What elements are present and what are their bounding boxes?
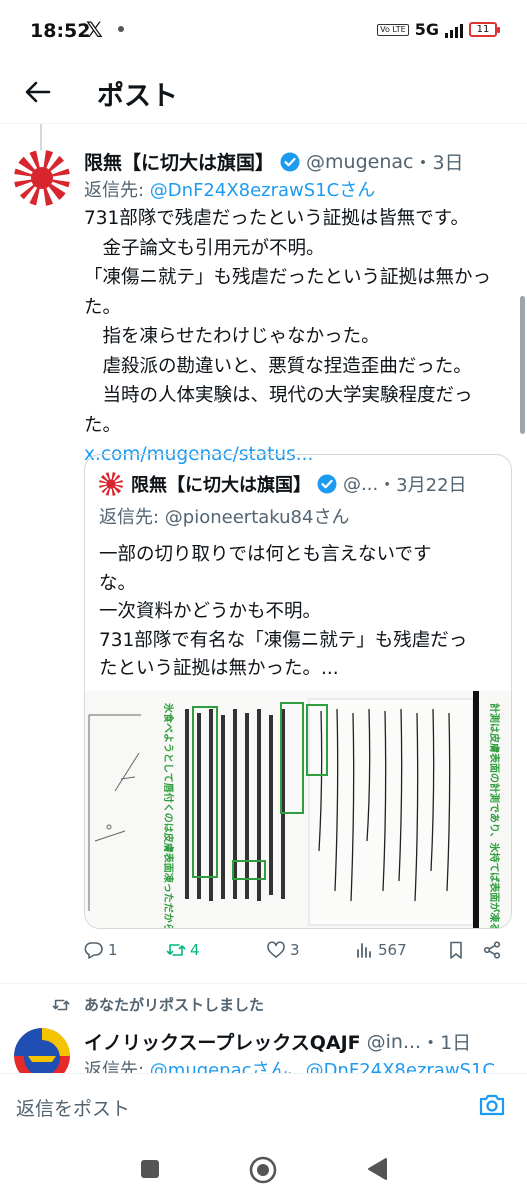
system-navigation-bar	[0, 1137, 527, 1200]
verified-badge-icon	[317, 474, 337, 494]
reply-count: 1	[108, 941, 118, 959]
tweet-line: 指を凍らせたわけじゃなかった。	[84, 326, 380, 347]
quote-avatar	[99, 472, 123, 496]
verified-badge-icon	[280, 152, 300, 171]
quote-time: ・3月22日	[378, 475, 467, 496]
views-button[interactable]: 567	[354, 940, 407, 960]
share-icon	[483, 941, 501, 959]
next-tweet-time: ・1日	[421, 1032, 472, 1054]
triangle-back-icon	[368, 1158, 387, 1180]
repost-button[interactable]: 4	[166, 940, 200, 960]
reposted-indicator: あなたがリポストしました	[52, 994, 264, 1015]
tweet-line: 「凍傷ニ就テ」も残虐だったという証拠は無かった。	[84, 267, 492, 318]
reply-target-link[interactable]: @DnF24X8ezrawS1Cさん	[150, 180, 375, 201]
rising-sun-flag-icon	[99, 472, 123, 496]
views-chart-icon	[357, 943, 371, 958]
bookmark-button[interactable]	[446, 940, 466, 960]
status-bar: 18:52 𝕏 Vo LTE 5G 11	[0, 0, 527, 62]
view-count: 567	[378, 941, 407, 959]
quote-reply-prefix: 返信先:	[99, 507, 165, 528]
quote-author-name: 限無【に切大は旗国】	[131, 475, 311, 496]
repost-icon	[166, 944, 186, 956]
share-button[interactable]	[482, 940, 502, 960]
camera-button[interactable]	[477, 1090, 507, 1120]
tweet-header: 限無【に切大は旗国】 @mugenac ・3日	[84, 148, 464, 175]
tweet-line: 当時の人体実験は、現代の大学実験程度だった。	[84, 385, 473, 436]
next-author-name[interactable]: イノリックスープレックスQAJF	[84, 1028, 361, 1055]
reply-input[interactable]: 返信をポスト	[16, 1094, 130, 1121]
quote-reply-target: @pioneertaku84さん	[164, 507, 350, 528]
tweet-line: 虐殺派の勘違いと、悪質な捏造歪曲だった。	[84, 355, 472, 377]
thread-connector-line	[40, 124, 42, 152]
bookmark-icon	[450, 941, 462, 959]
tweet-line: 731部隊で残虐だったという証拠は皆無です。	[84, 208, 469, 229]
tweet-line: 金子論文も引用元が不明。	[84, 237, 325, 259]
document-scan-image: 氷食べようとして唇付くのは皮膚表面凍っただから。そういう話。 計測は皮膚表面の計…	[85, 691, 511, 929]
rising-sun-flag-icon	[14, 150, 70, 206]
tweet-actions: 1 4 3 567	[84, 940, 504, 970]
quoted-tweet-card[interactable]: 限無【に切大は旗国】 @... ・3月22日 返信先: @pioneertaku…	[84, 454, 512, 929]
like-count: 3	[290, 941, 300, 959]
home-circle-icon	[249, 1156, 277, 1184]
reply-button[interactable]: 1	[84, 940, 118, 960]
reply-icon	[84, 942, 103, 959]
status-time: 18:52	[30, 20, 91, 42]
quote-text: 一部の切り取りでは何とも言えないです な。 一次資料かどうかも不明。 731部隊…	[99, 544, 468, 679]
tweet-divider	[0, 983, 527, 984]
reply-composer[interactable]: 返信をポスト	[0, 1073, 527, 1137]
camera-icon	[479, 1094, 505, 1116]
back-button[interactable]	[22, 76, 54, 108]
volte-icon: Vo LTE	[377, 23, 409, 36]
repost-count: 4	[190, 941, 200, 959]
image-left-caption: 氷食べようとして唇付くのは皮膚表面凍っただから。そういう話。	[162, 702, 175, 929]
next-tweet-header: イノリックスープレックスQAJF @in... ・1日	[84, 1028, 471, 1055]
recent-apps-button[interactable]	[136, 1155, 164, 1183]
avatar[interactable]	[14, 150, 70, 206]
quote-header: 限無【に切大は旗国】 @... ・3月22日	[99, 471, 467, 497]
battery-icon: 11	[469, 22, 500, 37]
notification-dot-icon	[118, 26, 124, 32]
home-button[interactable]	[248, 1155, 277, 1184]
like-button[interactable]: 3	[266, 940, 300, 960]
page-title: ポスト	[97, 81, 178, 112]
quote-document-image[interactable]: 氷食べようとして唇付くのは皮膚表面凍っただから。そういう話。 計測は皮膚表面の計…	[85, 691, 511, 929]
status-indicators: Vo LTE 5G 11	[377, 20, 500, 39]
tweet-time: ・3日	[413, 152, 464, 174]
author-handle[interactable]: @mugenac	[306, 151, 413, 173]
arrow-left-icon	[25, 81, 51, 103]
network-type: 5G	[414, 20, 439, 39]
battery-level: 11	[476, 24, 490, 35]
reply-to-line: 返信先: @DnF24X8ezrawS1Cさん	[84, 176, 375, 202]
scrollbar[interactable]	[520, 296, 525, 434]
x-logo-icon: 𝕏	[86, 18, 103, 42]
reposted-label: あなたがリポストしました	[84, 996, 265, 1014]
repost-icon	[52, 999, 70, 1010]
quote-author-handle: @...	[343, 473, 379, 495]
signal-icon	[445, 22, 463, 38]
next-author-handle[interactable]: @in...	[367, 1031, 421, 1053]
quote-reply-to-line: 返信先: @pioneertaku84さん	[99, 503, 349, 529]
image-right-caption: 計測は皮膚表面の計測であり、氷持てば表面が凍る。指ら凍るような話ではない。	[488, 703, 501, 929]
author-name[interactable]: 限無【に切大は旗国】	[84, 148, 274, 175]
heart-icon	[267, 941, 285, 958]
tweet-text: 731部隊で残虐だったという証拠は皆無です。 金子論文も引用元が不明。 「凍傷ニ…	[84, 204, 504, 470]
square-icon	[141, 1160, 159, 1178]
back-nav-button[interactable]	[364, 1155, 392, 1183]
page-header: ポスト	[0, 62, 527, 124]
reply-prefix: 返信先:	[84, 180, 150, 201]
